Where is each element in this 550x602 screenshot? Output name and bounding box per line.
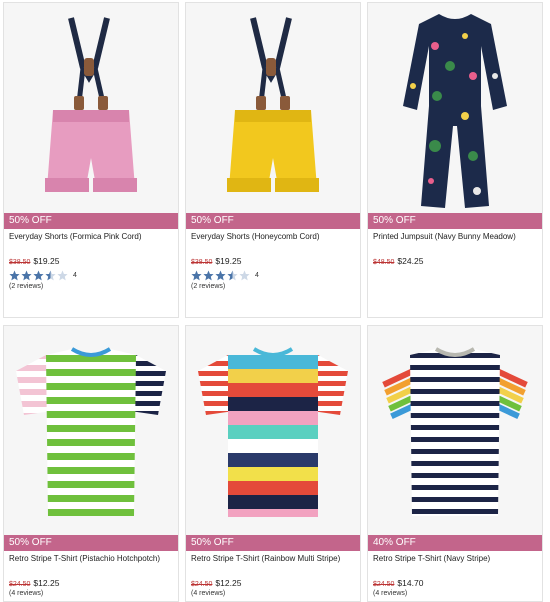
- navy-striped-tshirt-image: [382, 346, 528, 516]
- reviews-link[interactable]: (4 reviews): [368, 588, 542, 597]
- half-star-icon: [227, 270, 238, 280]
- product-card[interactable]: 50% OFF Retro Stripe T-Shirt (Rainbow Mu…: [185, 325, 361, 602]
- star-icon: [215, 270, 226, 280]
- product-image[interactable]: [4, 326, 178, 535]
- discount-badge: 50% OFF: [186, 213, 360, 229]
- rainbow-striped-tshirt-image: [198, 346, 348, 517]
- was-price: $24.50: [373, 581, 395, 588]
- product-title[interactable]: Printed Jumpsuit (Navy Bunny Meadow): [368, 229, 542, 256]
- half-star-icon: [45, 270, 56, 280]
- rating[interactable]: 4: [4, 266, 178, 281]
- star-icon: [203, 270, 214, 280]
- product-image[interactable]: [368, 3, 542, 213]
- product-title[interactable]: Everyday Shorts (Formica Pink Cord): [4, 229, 178, 256]
- empty-star-icon: [57, 270, 68, 280]
- product-title[interactable]: Retro Stripe T-Shirt (Rainbow Multi Stri…: [186, 551, 360, 578]
- rating[interactable]: 4: [186, 266, 360, 281]
- star-icon: [33, 270, 44, 280]
- discount-badge: 50% OFF: [4, 213, 178, 229]
- reviews-link[interactable]: (2 reviews): [186, 281, 360, 290]
- sale-price: $24.25: [397, 256, 424, 266]
- reviews-link[interactable]: (4 reviews): [186, 588, 360, 597]
- sale-price: $14.70: [397, 578, 424, 588]
- product-title[interactable]: Retro Stripe T-Shirt (Pistachio Hotchpot…: [4, 551, 178, 578]
- star-rating: [9, 270, 69, 281]
- product-card[interactable]: 50% OFF Printed Jumpsuit (Navy Bunny Mea…: [367, 2, 543, 318]
- was-price: $24.50: [9, 581, 31, 588]
- star-icon: [191, 270, 202, 280]
- product-card[interactable]: 50% OFF Everyday Shorts (Honeycomb Cord)…: [185, 2, 361, 318]
- sale-price: $12.25: [215, 578, 242, 588]
- green-striped-tshirt-image: [16, 346, 166, 516]
- product-price: $48.50 $24.25: [368, 256, 542, 266]
- was-price: $38.50: [9, 259, 31, 266]
- product-card[interactable]: 40% OFF Retro Stripe T-Shirt (Navy Strip…: [367, 325, 543, 602]
- discount-badge: 40% OFF: [368, 535, 542, 551]
- discount-badge: 50% OFF: [186, 535, 360, 551]
- rating-count: 4: [255, 271, 259, 279]
- product-price: $38.50 $19.25: [186, 256, 360, 266]
- sale-price: $19.25: [215, 256, 242, 266]
- pink-shorts-image: [45, 17, 137, 192]
- product-image[interactable]: [186, 3, 360, 213]
- rating-count: 4: [73, 271, 77, 279]
- product-image[interactable]: [4, 3, 178, 213]
- star-icon: [21, 270, 32, 280]
- product-title[interactable]: Everyday Shorts (Honeycomb Cord): [186, 229, 360, 256]
- product-price: $38.50 $19.25: [4, 256, 178, 266]
- product-price: $24.50 $12.25: [186, 578, 360, 588]
- discount-badge: 50% OFF: [368, 213, 542, 229]
- was-price: $24.50: [191, 581, 213, 588]
- star-rating: [191, 270, 251, 281]
- reviews-link[interactable]: (4 reviews): [4, 588, 178, 597]
- product-title[interactable]: Retro Stripe T-Shirt (Navy Stripe): [368, 551, 542, 578]
- yellow-shorts-image: [227, 17, 319, 192]
- product-image[interactable]: [186, 326, 360, 535]
- product-card[interactable]: 50% OFF Retro Stripe T-Shirt (Pistachio …: [3, 325, 179, 602]
- discount-badge: 50% OFF: [4, 535, 178, 551]
- navy-jumpsuit-image: [403, 13, 507, 208]
- sale-price: $12.25: [33, 578, 60, 588]
- product-price: $24.50 $12.25: [4, 578, 178, 588]
- product-card[interactable]: 50% OFF Everyday Shorts (Formica Pink Co…: [3, 2, 179, 318]
- star-icon: [9, 270, 20, 280]
- product-price: $24.50 $14.70: [368, 578, 542, 588]
- empty-star-icon: [239, 270, 250, 280]
- product-grid: 50% OFF Everyday Shorts (Formica Pink Co…: [0, 0, 550, 602]
- was-price: $38.50: [191, 259, 213, 266]
- reviews-link[interactable]: (2 reviews): [4, 281, 178, 290]
- product-image[interactable]: [368, 326, 542, 535]
- was-price: $48.50: [373, 259, 395, 266]
- sale-price: $19.25: [33, 256, 60, 266]
